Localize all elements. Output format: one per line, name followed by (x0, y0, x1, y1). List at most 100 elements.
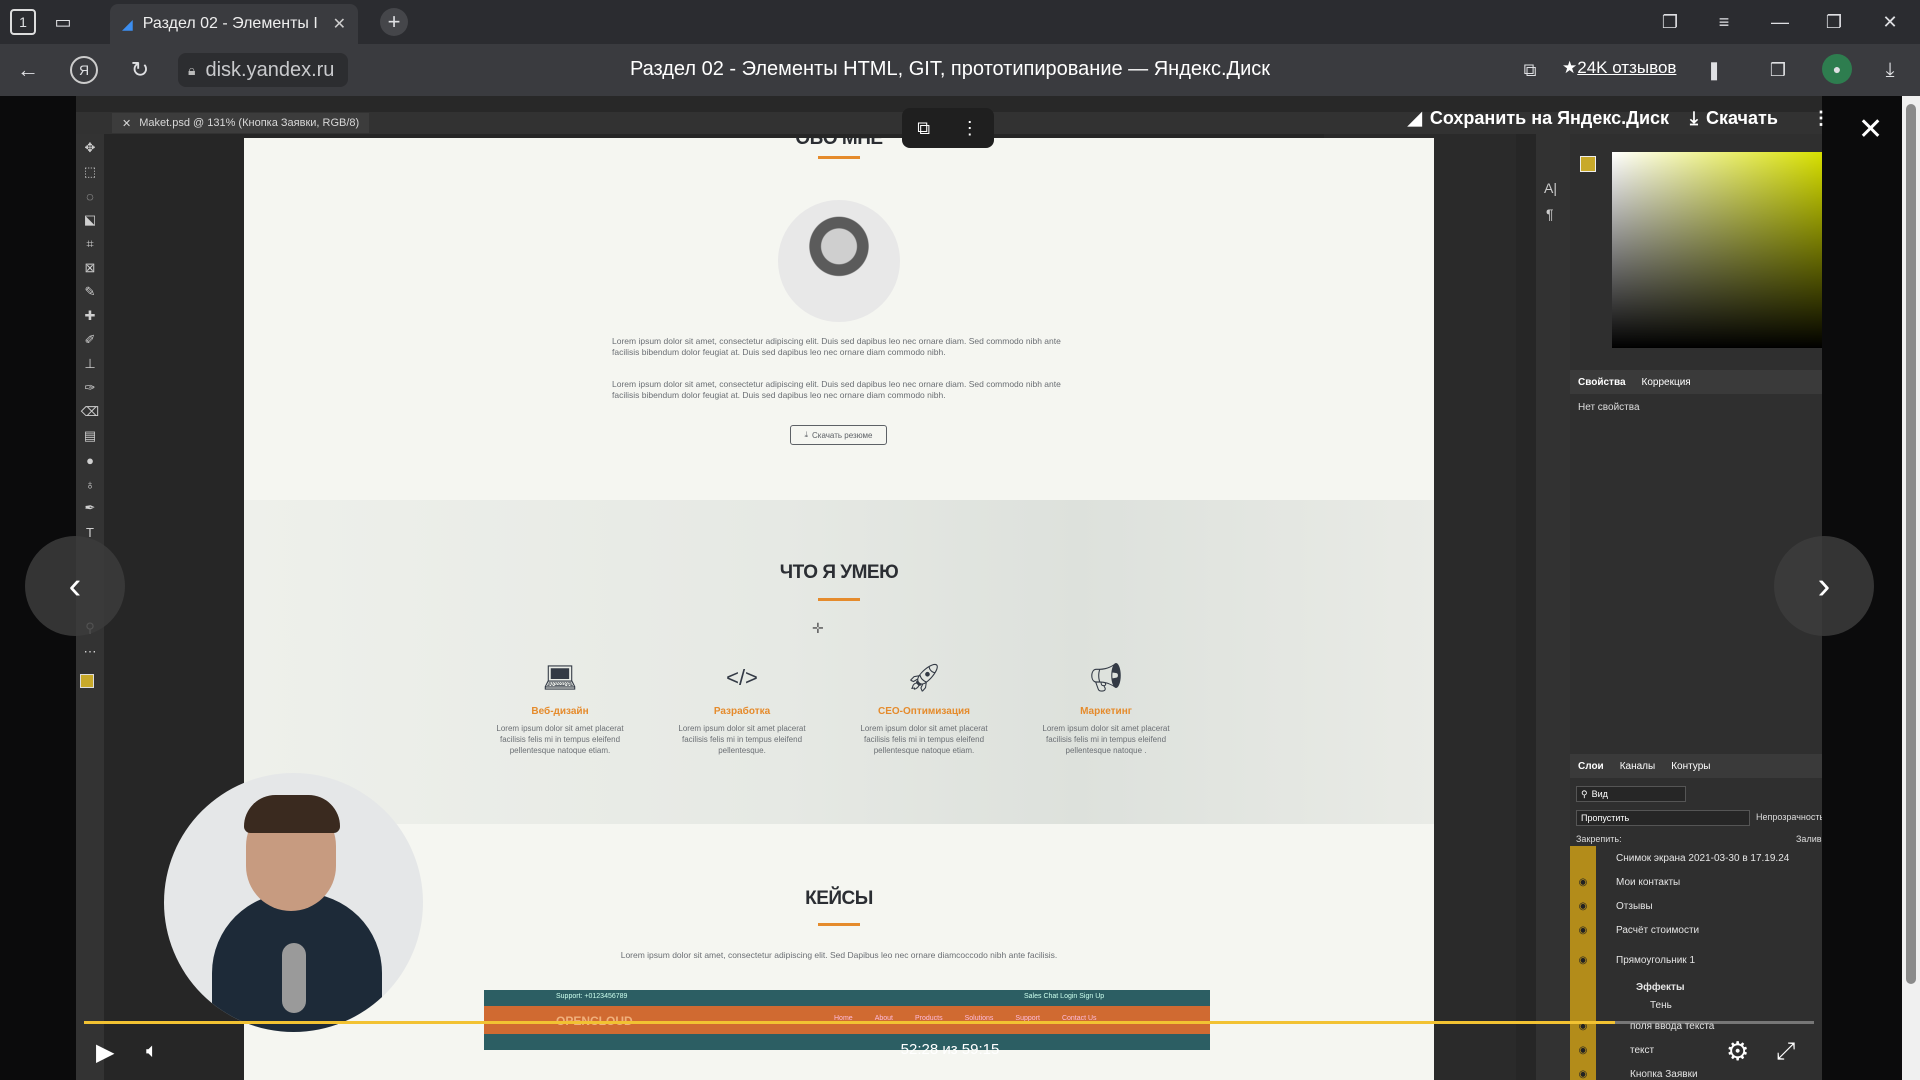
eye-icon[interactable] (1570, 846, 1596, 870)
foreground-color-swatch[interactable] (80, 674, 94, 688)
back-arrow-icon[interactable]: ← (14, 57, 42, 82)
open-external-icon[interactable]: ⧉ (917, 118, 930, 139)
fullscreen-icon[interactable]: ⤢ (1776, 1038, 1795, 1066)
layer-row[interactable]: ◉ Отзывы (1570, 894, 1822, 918)
eye-icon[interactable]: ◉ (1570, 1038, 1596, 1062)
account-icon[interactable]: ● (1822, 54, 1852, 84)
yandex-logo-icon[interactable]: Я (70, 56, 98, 84)
new-tab-group-icon[interactable]: ▭ (48, 9, 78, 35)
color-picker[interactable] (1612, 152, 1822, 348)
case-nav-bar: OPENCLOUD Home About Products Solutions … (484, 1006, 1210, 1034)
layer-kind-filter[interactable]: ⚲ Вид (1576, 786, 1686, 802)
eye-icon[interactable]: ◉ (1570, 942, 1596, 978)
video-progress-bar[interactable] (84, 1021, 1814, 1024)
viewer-more-button[interactable]: ⋮ (1812, 108, 1830, 129)
ps-document-tab[interactable]: ✕ Maket.psd @ 131% (Кнопка Заявки, RGB/8… (112, 113, 370, 133)
layer-row[interactable]: Снимок экрана 2021-03-30 в 17.19.24 (1570, 846, 1822, 870)
layer-row[interactable]: ◉ Мои контакты (1570, 870, 1822, 894)
eye-icon[interactable]: ◉ (1570, 1062, 1596, 1080)
settings-gear-icon[interactable]: ⚙ (1726, 1036, 1749, 1067)
blend-mode-select[interactable]: Пропустить (1576, 810, 1750, 826)
layer-name: Расчёт стоимости (1616, 924, 1700, 936)
eye-icon[interactable]: ◉ (1570, 894, 1596, 918)
close-icon[interactable]: ✕ (122, 117, 131, 130)
reader-icon[interactable]: ❒ (1764, 56, 1792, 84)
healing-tool-icon[interactable]: ✚ (80, 306, 100, 326)
page-scroll-thumb[interactable] (1906, 104, 1916, 984)
pen-tool-icon[interactable]: ✒ (80, 498, 100, 518)
tab-properties[interactable]: Свойства (1578, 377, 1626, 388)
more-tools-icon[interactable]: ⋯ (80, 642, 100, 662)
next-file-button[interactable]: › (1774, 536, 1874, 636)
url-field[interactable]: 🔒︎ disk.yandex.ru (178, 53, 349, 87)
bookmark-icon[interactable]: ❚ (1700, 56, 1728, 84)
laptop-icon: 💻︎ (542, 662, 578, 693)
volume-icon[interactable]: 🔈︎ (146, 1040, 158, 1063)
marquee-tool-icon[interactable]: ⬚ (80, 162, 100, 182)
layer-row[interactable]: ◉ Прямоугольник 1 (1570, 942, 1822, 978)
minimize-icon[interactable]: — (1766, 10, 1794, 34)
tab-paths[interactable]: Контуры (1671, 761, 1710, 772)
collections-icon[interactable]: ❐ (1656, 10, 1684, 34)
crop-tool-icon[interactable]: ⌗ (80, 234, 100, 254)
blur-tool-icon[interactable]: ● (80, 450, 100, 470)
layer-row[interactable]: Тень (1570, 996, 1822, 1014)
history-brush-icon[interactable]: ✑ (80, 378, 100, 398)
dodge-tool-icon[interactable]: ♁ (80, 474, 100, 494)
select-tool-icon[interactable]: ⬕ (80, 210, 100, 230)
move-tool-icon[interactable]: ✥ (80, 138, 100, 158)
stamp-tool-icon[interactable]: ⊥ (80, 354, 100, 374)
skills-heading: ЧТО Я УМЕЮ (779, 562, 899, 583)
download-button[interactable]: ⤓ Скачать (1690, 108, 1778, 129)
play-button[interactable]: ▶ (96, 1038, 114, 1067)
tab-layers[interactable]: Слои (1578, 761, 1604, 772)
heading-underline (818, 156, 860, 159)
close-window-icon[interactable]: ✕ (1876, 10, 1904, 34)
tab-channels[interactable]: Каналы (1620, 761, 1656, 772)
tab-adjustments[interactable]: Коррекция (1642, 377, 1691, 388)
reviews-badge[interactable]: ★24K отзывов (1562, 58, 1676, 78)
reload-icon[interactable]: ↻ (126, 56, 154, 84)
skill-text: Lorem ipsum dolor sit amet placerat faci… (1042, 724, 1170, 755)
download-icon[interactable]: ⤓ (1876, 56, 1904, 84)
code-icon: </> (726, 665, 758, 690)
tab-active[interactable]: ◢ Раздел 02 - Элементы I ✕ (110, 4, 358, 44)
yandex-disk-icon: ◢ (122, 15, 133, 32)
previous-file-button[interactable]: ‹ (25, 536, 125, 636)
case-preview: Support: +0123456789 Sales Chat Login Si… (484, 990, 1210, 1050)
tab-title: Раздел 02 - Элементы I (142, 15, 318, 32)
character-panel-icon[interactable]: A| (1544, 180, 1557, 196)
brush-tool-icon[interactable]: ✐ (80, 330, 100, 350)
save-to-disk-button[interactable]: ◢ Сохранить на Яндекс.Диск (1408, 108, 1669, 129)
page-scrollbar[interactable] (1902, 96, 1920, 1080)
restore-icon[interactable]: ❐ (1820, 10, 1848, 34)
close-tab-icon[interactable]: ✕ (333, 14, 346, 34)
skill-card: 📢︎ Маркетинг Lorem ipsum dolor sit amet … (1036, 658, 1176, 756)
paragraph-panel-icon[interactable]: ¶ (1546, 206, 1554, 222)
more-vertical-icon[interactable]: ⋮ (961, 118, 979, 139)
profile-photo (778, 200, 900, 322)
share-page-icon[interactable]: ⧉ (1516, 56, 1544, 84)
gradient-tool-icon[interactable]: ▤ (80, 426, 100, 446)
lasso-tool-icon[interactable]: ◌ (80, 186, 100, 206)
layer-row[interactable]: ◉ Расчёт стоимости (1570, 918, 1822, 942)
eye-icon[interactable]: ◉ (1570, 1014, 1596, 1038)
new-tab-button[interactable]: + (380, 8, 408, 36)
eyedropper-tool-icon[interactable]: ✎ (80, 282, 100, 302)
ps-canvas-scrollbar[interactable] (1516, 134, 1536, 1080)
file-actions-pill: ⧉ ⋮ (902, 108, 994, 148)
layer-row[interactable]: ◉ поля ввода текста (1570, 1014, 1822, 1038)
color-swatch-fg[interactable] (1580, 156, 1596, 172)
download-resume-button[interactable]: ⤓ Скачать резюме (790, 425, 887, 445)
menu-icon[interactable]: ≡ (1710, 10, 1738, 34)
close-viewer-button[interactable]: ✕ (1858, 112, 1883, 147)
eraser-tool-icon[interactable]: ⌫ (80, 402, 100, 422)
tab-counter-button[interactable]: 1 (10, 9, 36, 35)
browser-tab-bar: 1 ▭ ◢ Раздел 02 - Элементы I ✕ + ❐ ≡ — ❐… (0, 0, 1920, 44)
layer-row[interactable]: Эффекты (1570, 978, 1822, 996)
eye-icon[interactable]: ◉ (1570, 870, 1596, 894)
eye-icon[interactable]: ◉ (1570, 918, 1596, 942)
close-icon: ✕ (1858, 113, 1884, 146)
layer-name: Прямоугольник 1 (1616, 954, 1696, 966)
frame-tool-icon[interactable]: ⊠ (80, 258, 100, 278)
